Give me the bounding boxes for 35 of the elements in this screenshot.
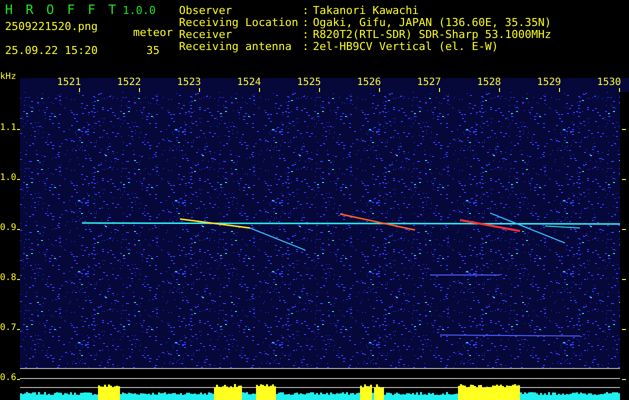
app-version: 1.0.0 [122,4,156,17]
info-value: Ogaki, Gifu, JAPAN (136.60E, 35.35N) [312,17,552,29]
info-separator: : [302,5,309,17]
info-separator: : [302,29,309,41]
axis-tick-label: 0.8 [0,273,16,284]
info-label: Observer [179,5,233,17]
axis-tick-label: 0.9 [0,223,16,234]
meteor-count: 35 [145,45,161,57]
axis-tick-label: 1524 [236,78,262,88]
axis-unit: kHz [0,72,16,83]
file-name: 2509221520.png [5,21,99,33]
axis-tick-label: 1522 [116,78,142,88]
info-value: 2el-HB9CV Vertical (el. E-W) [312,41,500,53]
axis-tick-label: 1523 [176,78,202,88]
axis-tick-label: 1530 [596,78,622,88]
info-label: Receiver [179,29,232,41]
axis-tick-label: 1528 [476,78,502,88]
timestamp: 25.09.22 15:20 [5,45,99,57]
info-label: Receiving antenna [179,41,293,53]
info-value: Takanori Kawachi [312,5,420,17]
axis-tick-label: 1529 [536,78,562,88]
info-separator: : [302,17,309,29]
axis-tick-label: 1.1 [0,123,16,134]
axis-tick-label: 1.0 [0,173,16,184]
app-title: H R O F F T [5,3,119,18]
axis-tick-label: 0.6 [0,373,16,384]
info-separator: : [302,41,309,53]
axis-tick-label: 1526 [356,78,382,88]
axis-tick-label: 1527 [416,78,442,88]
info-label: Receiving Location [179,17,298,29]
axis-tick-label: 1525 [296,78,322,88]
detection-label: meteor [132,27,174,39]
axis-tick-label: 0.7 [0,323,16,334]
axis-tick-label: 1521 [56,78,82,88]
info-value: R820T2(RTL-SDR) SDR-Sharp 53.1000MHz [312,29,552,41]
